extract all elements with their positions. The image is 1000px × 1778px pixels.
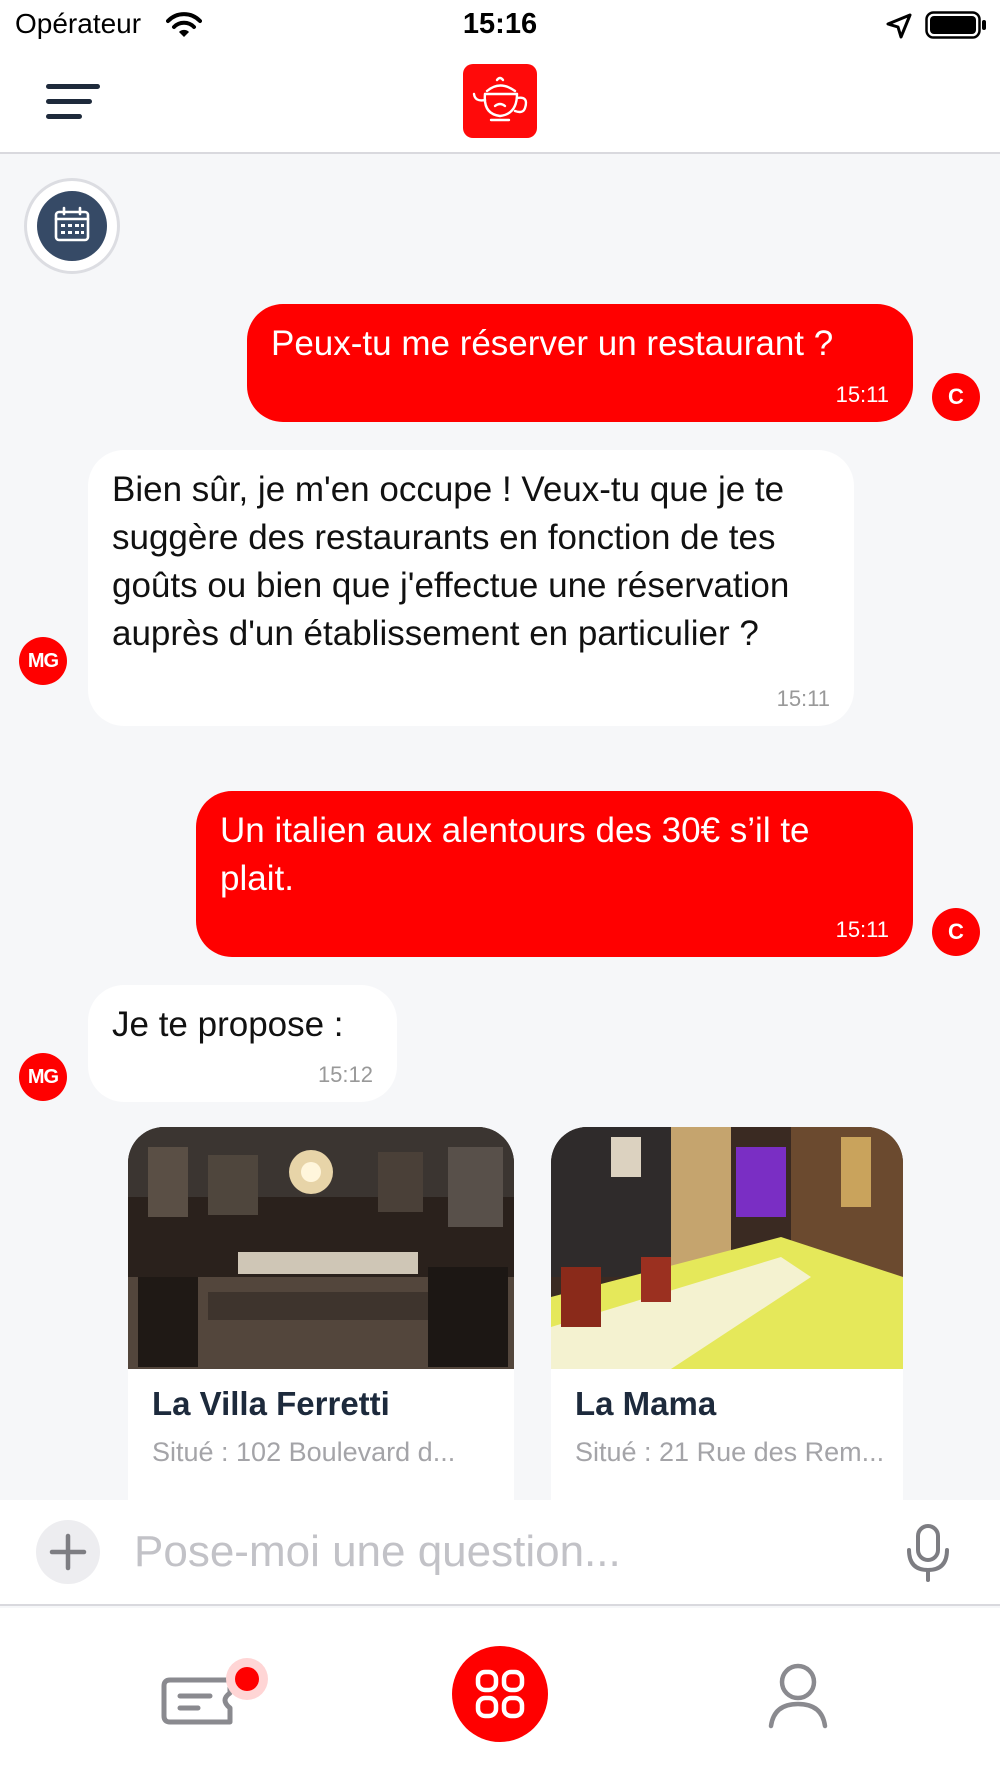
assistant-avatar: MG: [19, 637, 67, 685]
plus-button[interactable]: [36, 1520, 100, 1584]
message-text: Un italien aux alentours des 30€ s’il te…: [220, 811, 810, 898]
calendar-icon: [37, 191, 107, 261]
chat-thread[interactable]: Peux-tu me réserver un restaurant ? 15:1…: [0, 156, 1000, 1500]
restaurant-address: Situé : 21 Rue des Rem...: [575, 1437, 885, 1467]
message-time: 15:11: [776, 686, 830, 711]
user-avatar: C: [932, 908, 980, 956]
top-navigation-bar: [0, 50, 1000, 154]
message-input[interactable]: [134, 1520, 874, 1584]
tab-home[interactable]: [452, 1646, 548, 1742]
tab-profile[interactable]: [766, 1660, 830, 1730]
notification-badge: [226, 1658, 268, 1700]
restaurant-address: Situé : 102 Boulevard d...: [152, 1437, 456, 1467]
restaurant-photo: [551, 1127, 903, 1369]
microphone-icon[interactable]: [900, 1522, 956, 1584]
message-text: Bien sûr, je m'en occupe ! Veux-tu que j…: [112, 470, 790, 653]
restaurant-card[interactable]: La Mama Situé : 21 Rue des Rem...: [551, 1127, 903, 1500]
status-time: 15:16: [462, 8, 538, 40]
plus-icon: [49, 1533, 87, 1571]
message-composer: [0, 1500, 1000, 1606]
restaurant-name: La Mama: [575, 1385, 717, 1422]
message-text: Je te propose :: [112, 1005, 344, 1044]
message-time: 15:12: [317, 1062, 373, 1087]
restaurant-photo: [128, 1127, 514, 1369]
battery-icon: [925, 11, 986, 39]
user-message-bubble: Peux-tu me réserver un restaurant ? 15:1…: [247, 304, 913, 422]
restaurant-card[interactable]: La Villa Ferretti Situé : 102 Boulevard …: [128, 1127, 514, 1500]
status-bar: Opérateur 15:16: [0, 0, 1000, 50]
app-logo: [463, 64, 537, 138]
grid-icon: [475, 1669, 525, 1719]
teapot-logo-icon: [472, 76, 528, 122]
user-icon: [768, 1663, 828, 1729]
calendar-button[interactable]: [24, 178, 120, 274]
assistant-message-bubble: Je te propose : 15:12: [88, 985, 397, 1102]
message-time: 15:11: [835, 382, 889, 407]
hamburger-menu-icon[interactable]: [46, 80, 102, 124]
message-time: 15:11: [835, 917, 889, 942]
location-arrow-icon: [886, 13, 912, 39]
bottom-tab-bar: [0, 1608, 1000, 1778]
message-text: Peux-tu me réserver un restaurant ?: [271, 324, 834, 363]
assistant-avatar: MG: [19, 1053, 67, 1101]
user-avatar: C: [932, 373, 980, 421]
restaurant-name: La Villa Ferretti: [152, 1385, 390, 1422]
tab-tickets[interactable]: [158, 1648, 268, 1748]
user-message-bubble: Un italien aux alentours des 30€ s’il te…: [196, 791, 913, 957]
assistant-message-bubble: Bien sûr, je m'en occupe ! Veux-tu que j…: [88, 450, 854, 726]
